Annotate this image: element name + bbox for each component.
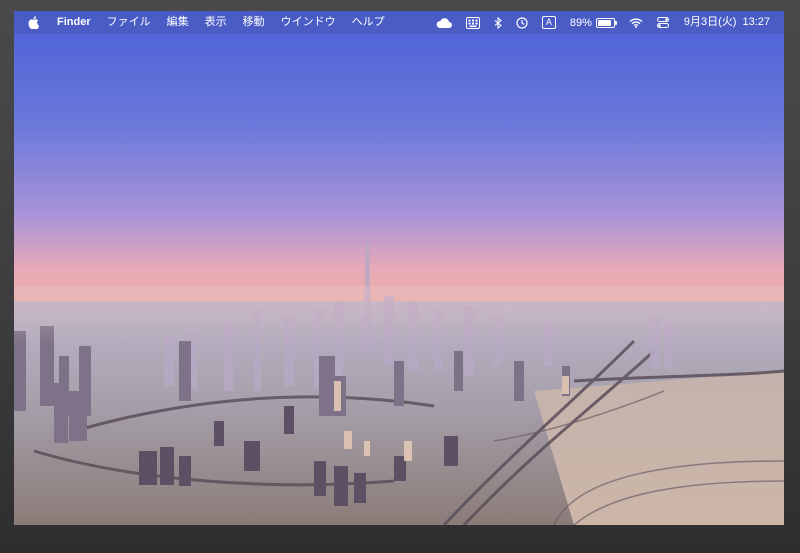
battery-status[interactable]: 89% <box>563 11 622 34</box>
menu-window[interactable]: ウインドウ <box>273 11 344 34</box>
input-source-label: A <box>541 16 556 29</box>
screen: Finder ファイル 編集 表示 移動 ウインドウ ヘルプ A 89% 9月3… <box>14 11 784 525</box>
clock-time[interactable]: 13:27 <box>740 11 784 34</box>
keyboard-viewer-icon[interactable] <box>459 11 487 34</box>
desktop-wallpaper <box>14 11 784 525</box>
time-machine-icon[interactable] <box>509 11 535 34</box>
menu-file[interactable]: ファイル <box>99 11 159 34</box>
battery-percent: 89% <box>569 16 592 29</box>
wifi-icon[interactable] <box>622 11 650 34</box>
control-center-icon[interactable] <box>650 11 676 34</box>
apple-menu-icon[interactable] <box>14 16 49 29</box>
clock-date[interactable]: 9月3日(火) <box>676 11 741 34</box>
menu-bar: Finder ファイル 編集 表示 移動 ウインドウ ヘルプ A 89% 9月3… <box>14 11 784 34</box>
input-source-icon[interactable]: A <box>535 11 563 34</box>
menu-view[interactable]: 表示 <box>197 11 235 34</box>
menu-go[interactable]: 移動 <box>235 11 273 34</box>
menu-help[interactable]: ヘルプ <box>344 11 393 34</box>
bluetooth-icon[interactable] <box>487 11 509 34</box>
app-menu-finder[interactable]: Finder <box>49 11 99 34</box>
battery-icon <box>595 17 617 28</box>
menu-edit[interactable]: 編集 <box>159 11 197 34</box>
battery-fill <box>597 19 612 26</box>
icloud-icon[interactable] <box>429 11 459 34</box>
